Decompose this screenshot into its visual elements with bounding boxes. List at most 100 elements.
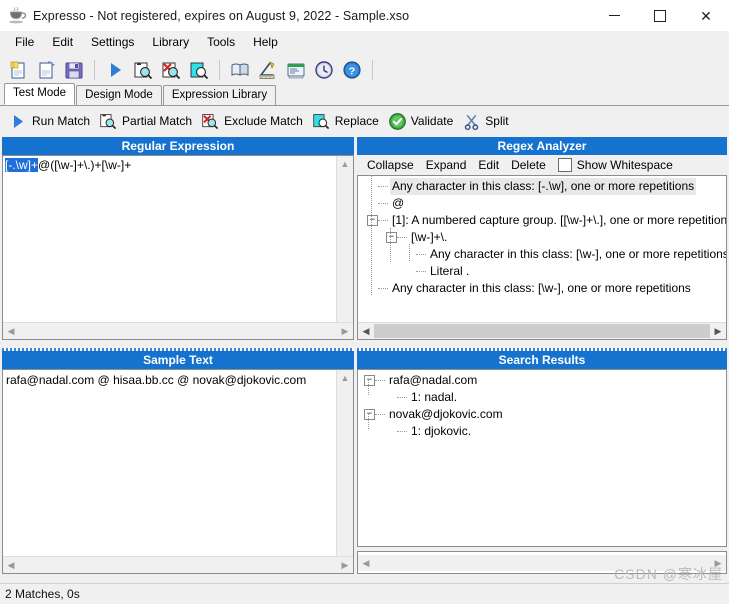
analyzer-delete-button[interactable]: Delete — [505, 156, 552, 174]
replace-action[interactable]: Replace — [309, 110, 385, 133]
toolbar-generate-code-button[interactable] — [283, 57, 309, 83]
regular-expression-editor[interactable]: [-.\w]+@([\w-]+\.)+[\w-]+ ▲ ▼ ◀ ▶ — [2, 155, 354, 340]
tree-guide-line — [371, 176, 372, 295]
expresso-window: Expresso - Not registered, expires on Au… — [0, 0, 729, 604]
tree-node[interactable]: − [1]: A numbered capture group. [[\w-]+\… — [358, 212, 726, 229]
show-whitespace-checkbox[interactable]: Show Whitespace — [552, 156, 677, 174]
menu-settings[interactable]: Settings — [82, 32, 143, 52]
tree-node[interactable]: Any character in this class: [\w-], one … — [358, 280, 726, 297]
chevron-left-icon[interactable]: ◀ — [3, 323, 19, 339]
toolbar-new-button[interactable] — [5, 57, 31, 83]
analyzer-toolbar: Collapse Expand Edit Delete Show Whitesp… — [357, 155, 727, 175]
toolbar-library-button[interactable] — [227, 57, 253, 83]
tree-guide-line — [409, 244, 410, 261]
run-match-action[interactable]: Run Match — [6, 110, 96, 133]
library-book-icon — [231, 63, 249, 76]
chevron-up-icon[interactable]: ▲ — [337, 156, 353, 172]
tab-expression-library[interactable]: Expression Library — [162, 85, 277, 105]
chevron-left-icon[interactable]: ◀ — [358, 555, 374, 571]
svg-text:?: ? — [349, 65, 355, 77]
search-results-panel: Search Results − rafa@nadal.com 1: nadal. −… — [357, 351, 727, 574]
tree-guide-line — [368, 414, 369, 429]
menu-edit[interactable]: Edit — [43, 32, 82, 52]
regex-text[interactable]: [-.\w]+@([\w-]+\.)+[\w-]+ — [5, 158, 336, 173]
exclude-match-icon — [201, 112, 220, 131]
tree-connector-line — [378, 220, 388, 221]
tree-node[interactable]: − [\w-]+\. — [358, 229, 726, 246]
chevron-right-icon[interactable]: ▶ — [337, 557, 353, 573]
tree-node[interactable]: − novak@djokovic.com — [358, 406, 726, 423]
exclude-match-icon — [162, 62, 181, 79]
analyzer-tree[interactable]: Any character in this class: [-.\w], one… — [358, 176, 726, 322]
analyzer-horizontal-scrollbar[interactable]: ◀ ▶ — [358, 322, 726, 339]
collapse-minus-icon[interactable]: − — [367, 215, 378, 226]
toolbar-separator-3 — [372, 59, 373, 80]
chevron-left-icon[interactable]: ◀ — [3, 557, 19, 573]
tree-node-label: [1]: A numbered capture group. [[\w-]+\.… — [392, 213, 726, 227]
toolbar-exclude-match-button[interactable] — [158, 57, 184, 83]
help-icon: ? — [343, 60, 361, 79]
regex-horizontal-scrollbar[interactable]: ◀ ▶ — [3, 322, 353, 339]
collapse-minus-icon[interactable]: − — [364, 375, 375, 386]
toolbar-help-button[interactable]: ? — [339, 57, 365, 83]
tree-node[interactable]: 1: nadal. — [358, 389, 726, 406]
chevron-up-icon[interactable]: ▲ — [337, 370, 353, 386]
toolbar-run-match-button[interactable] — [102, 57, 128, 83]
regex-analyzer-title: Regex Analyzer — [357, 137, 727, 155]
collapse-minus-icon[interactable]: − — [364, 409, 375, 420]
scroll-thumb[interactable] — [374, 324, 710, 338]
validate-action[interactable]: Validate — [385, 110, 459, 133]
analyzer-expand-button[interactable]: Expand — [420, 156, 473, 174]
toolbar-replace-button[interactable] — [186, 57, 212, 83]
menu-help[interactable]: Help — [244, 32, 287, 52]
exclude-match-action[interactable]: Exclude Match — [198, 110, 309, 133]
toolbar-history-button[interactable] — [311, 57, 337, 83]
analyzer-collapse-button[interactable]: Collapse — [361, 156, 420, 174]
replace-icon — [312, 112, 331, 131]
close-button[interactable]: ✕ — [683, 0, 729, 31]
partial-match-icon — [99, 112, 118, 131]
partial-match-action[interactable]: Partial Match — [96, 110, 198, 133]
code-window-icon — [287, 63, 305, 78]
tree-node[interactable]: 1: djokovic. — [358, 423, 726, 440]
chevron-left-icon[interactable]: ◀ — [358, 323, 374, 339]
regex-vertical-scrollbar[interactable]: ▲ ▼ — [336, 156, 353, 339]
tree-node[interactable]: @ — [358, 195, 726, 212]
search-results-tree[interactable]: − rafa@nadal.com 1: nadal. − novak@djokovic.… — [358, 370, 726, 546]
save-icon — [65, 62, 83, 78]
analyzer-edit-button[interactable]: Edit — [472, 156, 505, 174]
regular-expression-title: Regular Expression — [2, 137, 354, 155]
tool-bar: ? — [0, 53, 729, 86]
toolbar-save-button[interactable] — [61, 57, 87, 83]
run-match-label: Run Match — [32, 114, 91, 128]
clock-icon — [315, 60, 333, 79]
maximize-button[interactable] — [637, 0, 683, 31]
menu-library[interactable]: Library — [143, 32, 198, 52]
collapse-minus-icon[interactable]: − — [386, 232, 397, 243]
tree-node[interactable]: Any character in this class: [-.\w], one… — [358, 178, 726, 195]
sample-text-editor[interactable]: rafa@nadal.com @ hisaa.bb.cc @ novak@djo… — [2, 369, 354, 574]
action-bar: Run Match Partial Match Exclude Match Re… — [0, 107, 729, 135]
split-action[interactable]: Split — [459, 110, 514, 133]
tab-test-mode[interactable]: Test Mode — [4, 83, 76, 105]
menu-file[interactable]: File — [6, 32, 43, 52]
partial-match-label: Partial Match — [122, 114, 193, 128]
tree-node-label: Any character in this class: [\w-], one … — [430, 247, 726, 261]
toolbar-open-button[interactable] — [33, 57, 59, 83]
tree-node[interactable]: Literal . — [358, 263, 726, 280]
sample-horizontal-scrollbar[interactable]: ◀ ▶ — [3, 556, 353, 573]
tree-guide-line — [390, 228, 391, 262]
minimize-button[interactable] — [591, 0, 637, 31]
toolbar-design-button[interactable] — [255, 57, 281, 83]
tree-node[interactable]: Any character in this class: [\w-], one … — [358, 246, 726, 263]
sample-text-content[interactable]: rafa@nadal.com @ hisaa.bb.cc @ novak@djo… — [6, 373, 306, 387]
title-bar: Expresso - Not registered, expires on Au… — [0, 0, 729, 31]
sample-vertical-scrollbar[interactable]: ▲ ▼ — [336, 370, 353, 573]
chevron-right-icon[interactable]: ▶ — [710, 323, 726, 339]
tab-design-mode[interactable]: Design Mode — [76, 85, 162, 105]
tree-node[interactable]: − rafa@nadal.com — [358, 372, 726, 389]
chevron-right-icon[interactable]: ▶ — [337, 323, 353, 339]
menu-tools[interactable]: Tools — [198, 32, 244, 52]
toolbar-partial-match-button[interactable] — [130, 57, 156, 83]
tree-node-label: Any character in this class: [-.\w], one… — [390, 178, 697, 195]
